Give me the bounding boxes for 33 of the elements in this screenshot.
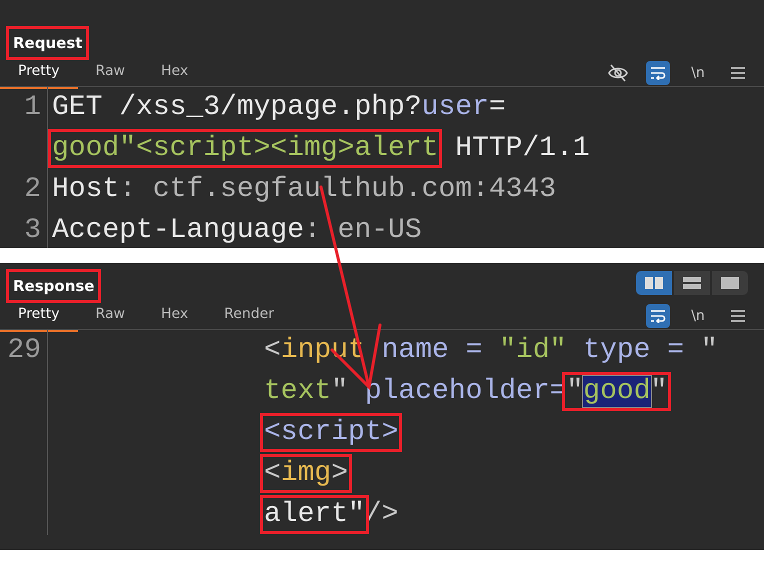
tab[interactable]: Render	[206, 301, 292, 332]
eye-slash-icon	[608, 64, 628, 82]
newline-toggle[interactable]: \n	[686, 61, 710, 85]
line-number: 3	[24, 215, 41, 246]
wrap-icon	[650, 309, 666, 323]
panel-title: Request	[6, 26, 90, 60]
tab[interactable]: Raw	[78, 301, 143, 332]
line-number: 29	[7, 335, 41, 366]
code-line: Host: ctf.segfaulthub.com:4343	[51, 173, 556, 207]
rows-icon	[683, 277, 701, 289]
wrap-button[interactable]	[646, 61, 670, 85]
tab[interactable]: Pretty	[0, 58, 78, 89]
code-line: Accept-Language: en-US	[51, 214, 422, 248]
wrap-icon	[650, 66, 666, 80]
tab[interactable]: Raw	[78, 58, 143, 89]
line-number: 1	[24, 92, 41, 123]
menu-icon	[731, 310, 745, 322]
newline-toggle[interactable]: \n	[686, 304, 710, 328]
tab[interactable]: Pretty	[0, 301, 78, 332]
view-button[interactable]	[674, 271, 710, 295]
view-button[interactable]	[712, 271, 748, 295]
code-line: alert"/>	[48, 494, 398, 535]
panel-title: Response	[6, 269, 102, 303]
code-line: GET /xss_3/mypage.php?user=	[51, 91, 506, 125]
line-number: 2	[24, 174, 41, 205]
columns-icon	[645, 277, 663, 289]
menu-icon	[731, 67, 745, 79]
tab[interactable]: Hex	[142, 58, 206, 89]
wrap-button[interactable]	[646, 304, 670, 328]
code-line: good"<script><img>alert HTTP/1.1	[48, 128, 590, 169]
view-button[interactable]	[636, 271, 672, 295]
square-icon	[721, 277, 739, 289]
tab[interactable]: Hex	[142, 301, 206, 332]
